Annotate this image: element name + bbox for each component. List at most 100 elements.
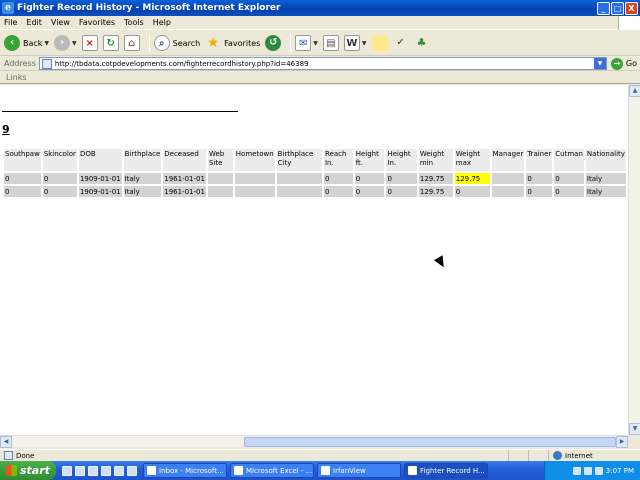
table-cell bbox=[234, 173, 275, 184]
refresh-button[interactable]: ↻ bbox=[102, 33, 119, 53]
quick-launch-icon[interactable] bbox=[88, 465, 98, 476]
address-url[interactable]: http://tbdata.cotpdevelopments.com/fight… bbox=[55, 60, 594, 68]
quick-launch-icon[interactable] bbox=[114, 465, 124, 476]
quick-launch-icon[interactable] bbox=[101, 465, 111, 476]
column-header: DOB bbox=[78, 149, 122, 171]
toolbar-separator bbox=[290, 34, 292, 52]
scroll-down-arrow-icon[interactable]: ▼ bbox=[629, 423, 640, 435]
menu-edit[interactable]: Edit bbox=[26, 18, 42, 27]
scroll-right-arrow-icon[interactable]: ▶ bbox=[616, 436, 628, 448]
home-button[interactable]: ⌂ bbox=[123, 33, 140, 53]
forward-button[interactable]: › ▼ bbox=[54, 33, 77, 53]
table-cell: 0 bbox=[42, 173, 77, 184]
system-tray: 3:07 PM bbox=[544, 461, 640, 480]
back-dropdown-icon[interactable]: ▼ bbox=[44, 40, 49, 47]
table-cell bbox=[234, 186, 275, 197]
close-button[interactable]: X bbox=[625, 1, 638, 15]
address-label: Address bbox=[4, 59, 36, 68]
edit-button[interactable]: W ▼ bbox=[343, 33, 367, 53]
forward-dropdown-icon[interactable]: ▼ bbox=[72, 40, 77, 47]
quick-launch-icon[interactable] bbox=[127, 465, 137, 476]
history-button[interactable]: ↺ bbox=[265, 33, 282, 53]
discuss-button[interactable] bbox=[371, 33, 388, 53]
taskbar-button-ie[interactable]: Fighter Record H... bbox=[404, 463, 488, 478]
taskbar-button-excel[interactable]: Microsoft Excel - ... bbox=[230, 463, 314, 478]
links-bar[interactable]: Links bbox=[0, 72, 640, 84]
tray-icon[interactable] bbox=[572, 466, 581, 475]
home-icon: ⌂ bbox=[123, 35, 140, 51]
table-cell: Italy bbox=[585, 186, 626, 197]
maximize-button[interactable]: □ bbox=[611, 1, 624, 15]
table-cell: Italy bbox=[123, 173, 162, 184]
start-button[interactable]: start bbox=[0, 461, 56, 480]
table-cell: 0 bbox=[386, 186, 417, 197]
table-cell: 1909-01-01 bbox=[78, 173, 122, 184]
address-field[interactable]: http://tbdata.cotpdevelopments.com/fight… bbox=[38, 57, 607, 70]
quick-launch-icon[interactable] bbox=[75, 465, 85, 476]
status-bar: Done Internet bbox=[0, 449, 640, 462]
tray-icon[interactable] bbox=[594, 466, 603, 475]
table-cell: 0 bbox=[354, 173, 385, 184]
table-cell: 0 bbox=[526, 173, 553, 184]
table-cell: 1961-01-01 bbox=[163, 173, 206, 184]
column-header: Skincolor bbox=[42, 149, 77, 171]
history-icon: ↺ bbox=[265, 35, 282, 51]
horizontal-scroll-thumb[interactable] bbox=[244, 437, 616, 447]
table-cell: 0 bbox=[386, 173, 417, 184]
table-cell: 1961-01-01 bbox=[163, 186, 206, 197]
toolbar-separator bbox=[148, 34, 150, 52]
taskbar-button-irfanview[interactable]: IrfanView bbox=[317, 463, 401, 478]
table-cell: 129.75 bbox=[454, 173, 490, 184]
mail-icon: ✉ bbox=[295, 35, 312, 51]
page-heading[interactable]: 9 bbox=[2, 123, 10, 136]
column-header: Birthplace bbox=[123, 149, 162, 171]
search-button[interactable]: ⌕ Search bbox=[153, 33, 200, 53]
page-icon bbox=[41, 58, 52, 69]
tray-icon[interactable] bbox=[583, 466, 592, 475]
menu-file[interactable]: File bbox=[4, 18, 17, 27]
task-label: Fighter Record H... bbox=[420, 466, 485, 475]
security-zone: Internet bbox=[565, 451, 593, 460]
messenger-button[interactable]: ♣ bbox=[414, 33, 430, 53]
edit-dropdown-icon[interactable]: ▼ bbox=[362, 40, 367, 47]
task-label: IrfanView bbox=[333, 466, 366, 475]
quick-launch-icon[interactable] bbox=[62, 465, 72, 476]
back-button[interactable]: ‹ Back ▼ bbox=[4, 33, 49, 53]
print-button[interactable]: ▤ bbox=[322, 33, 339, 53]
scroll-left-arrow-icon[interactable]: ◀ bbox=[0, 436, 12, 448]
messenger-icon: ♣ bbox=[416, 36, 427, 49]
star-icon: ★ bbox=[206, 35, 220, 51]
menu-tools[interactable]: Tools bbox=[124, 18, 144, 27]
menu-favorites[interactable]: Favorites bbox=[79, 18, 115, 27]
table-cell: Italy bbox=[123, 186, 162, 197]
go-button[interactable]: → Go bbox=[610, 57, 640, 70]
address-dropdown-icon[interactable]: ▼ bbox=[593, 58, 606, 69]
scroll-up-arrow-icon[interactable]: ▲ bbox=[629, 85, 640, 97]
minimize-button[interactable]: _ bbox=[597, 1, 610, 15]
mail-dropdown-icon[interactable]: ▼ bbox=[313, 40, 318, 47]
task-label: Inbox - Microsoft... bbox=[159, 466, 224, 475]
mail-button[interactable]: ✉ ▼ bbox=[295, 33, 318, 53]
status-cell bbox=[528, 449, 548, 462]
window-title: Fighter Record History - Microsoft Inter… bbox=[17, 3, 281, 13]
table-cell: 0 bbox=[4, 173, 41, 184]
start-label: start bbox=[20, 464, 50, 477]
favorites-label: Favorites bbox=[224, 38, 261, 48]
table-cell bbox=[207, 186, 233, 197]
research-button[interactable]: ✓ bbox=[393, 33, 409, 53]
spellcheck-icon: ✓ bbox=[396, 37, 405, 48]
stop-button[interactable]: × bbox=[81, 33, 98, 53]
forward-arrow-icon: › bbox=[54, 35, 71, 51]
table-cell: 0 bbox=[454, 186, 490, 197]
table-cell bbox=[276, 173, 322, 184]
menu-help[interactable]: Help bbox=[153, 18, 171, 27]
excel-icon bbox=[234, 466, 243, 475]
windows-logo-icon bbox=[618, 15, 640, 30]
column-header: Weight min bbox=[418, 149, 453, 171]
favorites-button[interactable]: ★ Favorites bbox=[205, 33, 260, 53]
horizontal-scrollbar[interactable]: ◀ ▶ bbox=[0, 435, 628, 448]
taskbar-button-outlook[interactable]: Inbox - Microsoft... bbox=[143, 463, 227, 478]
back-label: Back bbox=[23, 38, 43, 48]
menu-view[interactable]: View bbox=[51, 18, 70, 27]
vertical-scrollbar[interactable]: ▲ ▼ bbox=[628, 85, 640, 435]
